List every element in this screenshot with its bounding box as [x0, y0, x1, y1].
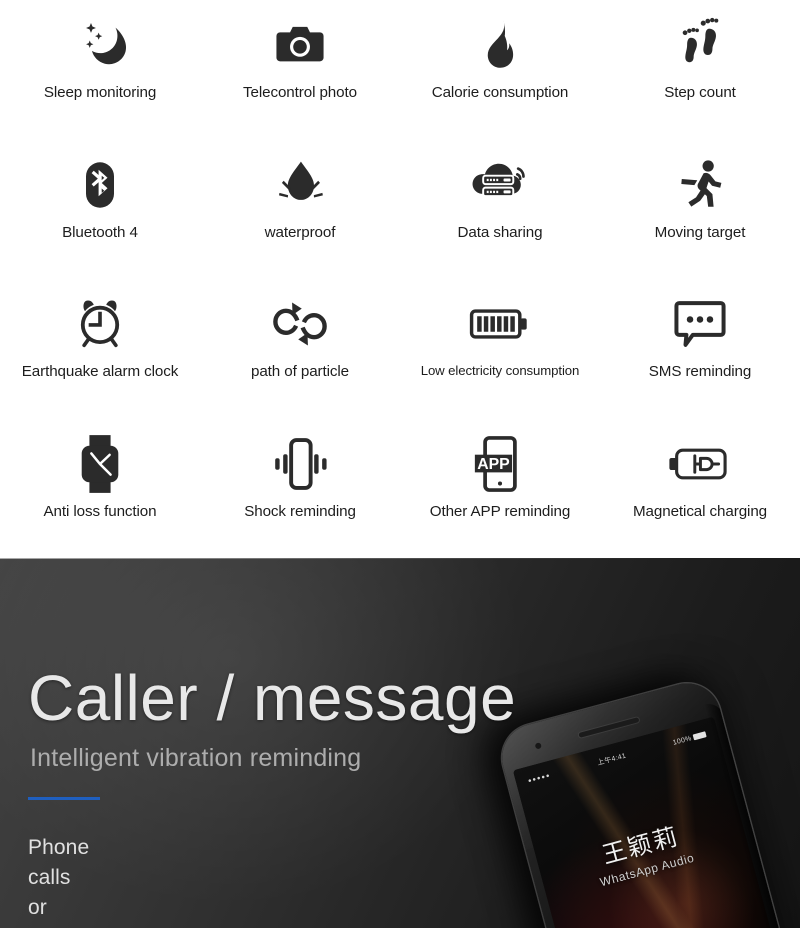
water-drop-icon: [270, 154, 330, 216]
smartwatch-icon: [74, 433, 126, 495]
feature-item-telecontrol-photo: Telecontrol photo: [200, 0, 400, 140]
feature-label: Data sharing: [457, 223, 543, 241]
feature-item-anti-loss-function: Anti loss function: [0, 419, 200, 559]
feature-label: SMS reminding: [648, 363, 752, 380]
feature-item-sleep-monitoring: Sleep monitoring: [0, 0, 200, 140]
cloud-server-icon: [469, 154, 531, 216]
promo-banner: Caller / message Intelligent vibration r…: [0, 558, 800, 928]
svg-text:APP: APP: [477, 455, 510, 472]
feature-label: path of particle: [250, 363, 350, 380]
feature-label: Telecontrol photo: [243, 84, 357, 101]
battery-cell-icon: [692, 731, 707, 741]
feature-item-path-of-particle: path of particle: [200, 279, 400, 419]
footprints-icon: [671, 14, 729, 76]
feature-label: Shock reminding: [244, 502, 356, 520]
phone-photo: ●●●●● 上午4:41 100% 王颖莉 WhatsApp Audio: [471, 644, 800, 928]
feature-label: Moving target: [654, 223, 746, 241]
bluetooth-icon: [72, 154, 128, 216]
battery-full-icon: [469, 293, 531, 355]
phone-device: ●●●●● 上午4:41 100% 王颖莉 WhatsApp Audio: [494, 675, 797, 928]
feature-label: waterproof: [264, 223, 336, 241]
feature-label: Calorie consumption: [431, 84, 569, 101]
promo-subtitle: Intelligent vibration reminding: [30, 744, 362, 772]
feature-item-other-app-reminding: APP Other APP reminding: [400, 419, 600, 559]
camera-icon: [271, 14, 329, 76]
feature-item-bluetooth: Bluetooth 4: [0, 140, 200, 280]
feature-label: Sleep monitoring: [43, 84, 157, 101]
speech-bubble-icon: [671, 293, 729, 355]
running-man-icon: [671, 154, 729, 216]
feature-label: Other APP reminding: [429, 502, 571, 520]
feature-item-data-sharing: Data sharing: [400, 140, 600, 280]
feature-item-moving-target: Moving target: [600, 140, 800, 280]
feature-label: Low electricity consumption: [420, 363, 580, 378]
feature-label: Earthquake alarm clock: [21, 363, 179, 380]
product-feature-page: Sleep monitoring Telecontrol photo Calor…: [0, 0, 800, 928]
feature-label: Magnetical charging: [632, 502, 768, 520]
feature-item-magnetical-charging: Magnetical charging: [600, 419, 800, 559]
feature-item-sms-reminding: SMS reminding: [600, 279, 800, 419]
earpiece-speaker: [578, 717, 640, 738]
feature-item-shock-reminding: Shock reminding: [200, 419, 400, 559]
feature-item-earthquake-alarm-clock: Earthquake alarm clock: [0, 279, 200, 419]
feature-item-waterproof: waterproof: [200, 140, 400, 280]
feature-grid: Sleep monitoring Telecontrol photo Calor…: [0, 0, 800, 558]
feature-item-low-electricity-consumption: Low electricity consumption: [400, 279, 600, 419]
moon-stars-icon: [69, 14, 131, 76]
feature-label: Step count: [664, 84, 736, 101]
alarm-clock-icon: [71, 293, 129, 355]
accent-rule: [28, 797, 100, 800]
promo-body: Phone calls or SMS. In the case you don'…: [28, 836, 90, 928]
vibrating-phone-icon: [269, 433, 331, 495]
feature-item-step-count: Step count: [600, 0, 800, 140]
promo-title: Caller / message: [28, 662, 517, 734]
flame-icon: [472, 14, 528, 76]
feature-label: Anti loss function: [43, 502, 157, 520]
loop-arrows-icon: [271, 293, 329, 355]
feature-label: Bluetooth 4: [62, 223, 138, 241]
front-camera-dot: [534, 742, 542, 750]
magnetic-charging-icon: [668, 433, 732, 495]
feature-item-calorie-consumption: Calorie consumption: [400, 0, 600, 140]
app-phone-icon: APP: [473, 433, 527, 495]
